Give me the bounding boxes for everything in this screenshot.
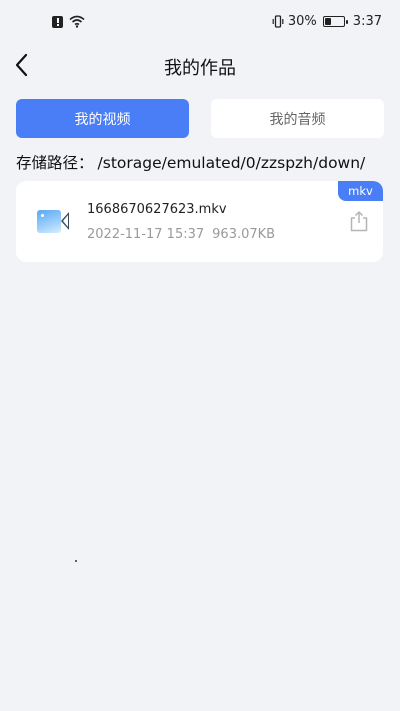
battery-percent: 30% [287, 14, 317, 29]
status-time: 3:37 [352, 14, 382, 29]
battery-level [324, 18, 331, 25]
status-right: 30% 3:37 [272, 14, 382, 29]
share-button[interactable] [349, 210, 369, 232]
file-extension-badge: mkv [338, 181, 383, 201]
video-lens-inner [63, 215, 68, 227]
vibrate-icon [272, 15, 284, 28]
header: 我的作品 [0, 46, 400, 86]
stray-dot [75, 560, 77, 562]
file-size: 963.07KB [212, 227, 276, 242]
video-thumb [37, 210, 61, 233]
file-name: 1668670627623.mkv [87, 202, 227, 217]
file-date: 2022-11-17 15:37 [87, 227, 205, 242]
file-list-item[interactable]: 1668670627623.mkv 2022-11-17 15:37 963.07… [16, 181, 383, 262]
storage-path: 存储路径：/storage/emulated/0/zzspzh/down/ [16, 151, 365, 173]
page-title: 我的作品 [164, 58, 236, 79]
storage-path-label: 存储路径： [16, 154, 94, 172]
battery-icon [322, 16, 348, 27]
wifi-icon [69, 15, 85, 28]
tab-my-audio[interactable]: 我的音频 [211, 99, 384, 138]
status-left [52, 15, 85, 28]
tab-my-videos[interactable]: 我的视频 [16, 99, 189, 138]
file-meta: 2022-11-17 15:37 963.07KB [87, 227, 275, 242]
tab-bar: 我的视频 我的音频 [16, 99, 384, 138]
storage-path-value: /storage/emulated/0/zzspzh/down/ [97, 154, 366, 172]
share-icon [350, 211, 368, 232]
status-bar: 30% 3:37 [0, 0, 400, 46]
alert-icon [52, 15, 63, 28]
